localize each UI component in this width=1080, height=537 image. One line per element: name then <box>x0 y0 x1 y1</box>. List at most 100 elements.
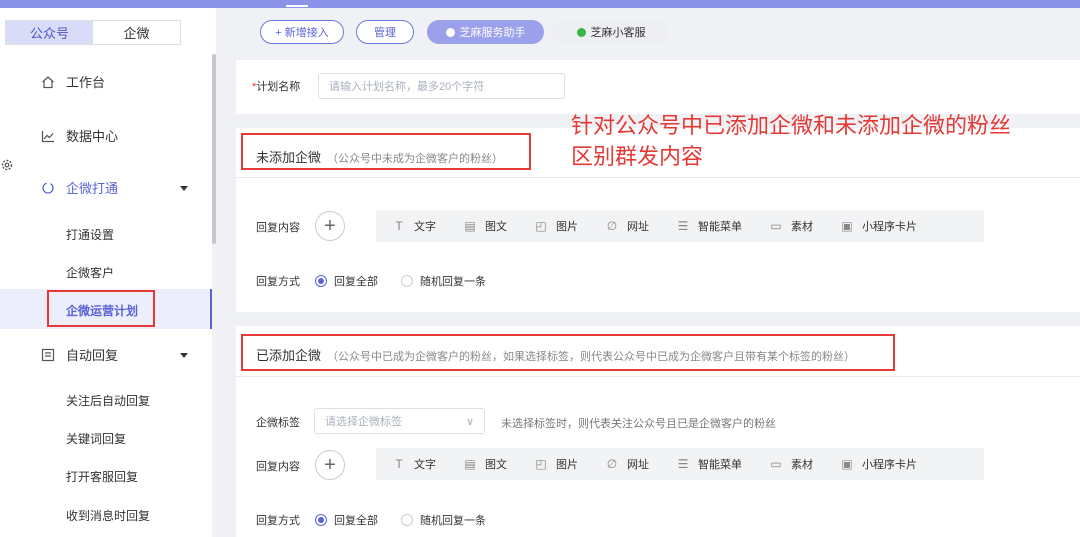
type-label: 图片 <box>556 221 578 233</box>
gear-icon[interactable] <box>0 158 14 172</box>
type-text[interactable]: T 文字 <box>392 218 436 234</box>
highlight-box-unadded <box>241 133 531 170</box>
sidebar-item-workbench[interactable]: 工作台 <box>40 72 105 91</box>
sidebar-item-data-center[interactable]: 数据中心 <box>40 126 118 145</box>
type-material[interactable]: ▭ 素材 <box>769 218 813 234</box>
sidebar-item-label: 工作台 <box>66 75 106 90</box>
type-label: 文字 <box>414 459 436 471</box>
sidebar-item-auto-reply[interactable]: 自动回复 <box>40 345 118 364</box>
plan-name-label-text: 计划名称 <box>256 81 301 93</box>
sidebar-subitem-qiwei-customers[interactable]: 企微客户 <box>66 264 114 281</box>
home-icon <box>40 74 56 90</box>
divider <box>236 177 1080 178</box>
bot-account-button[interactable]: 芝麻小客服 <box>552 20 670 44</box>
radio-label: 回复全部 <box>334 515 378 527</box>
radio-dot <box>315 514 327 526</box>
highlight-box-plan <box>47 290 155 327</box>
type-label: 网址 <box>627 221 649 233</box>
type-article[interactable]: ▤ 图文 <box>463 218 507 234</box>
wechat-icon <box>445 27 455 37</box>
type-article[interactable]: ▤ 图文 <box>463 456 507 472</box>
radio-dot <box>401 514 413 526</box>
type-label: 素材 <box>791 459 813 471</box>
menu-list-icon: ☰ <box>677 457 689 471</box>
article-icon: ▤ <box>464 457 476 471</box>
qiwei-tag-select[interactable]: 请选择企微标签 ∨ <box>314 408 485 434</box>
add-content-button[interactable]: + <box>315 211 345 241</box>
type-smart-menu[interactable]: ☰ 智能菜单 <box>676 456 742 472</box>
chart-line-icon <box>40 128 56 144</box>
mini-program-icon: ▣ <box>841 457 853 471</box>
account-type-switch: 公众号 企微 <box>5 20 181 45</box>
top-bar <box>0 0 1080 8</box>
sidebar-subitem-message-reply[interactable]: 收到消息时回复 <box>66 507 150 524</box>
radio-dot <box>315 275 327 287</box>
article-icon: ▤ <box>464 219 476 233</box>
wechat-icon <box>576 27 586 37</box>
type-text[interactable]: T 文字 <box>392 456 436 472</box>
manage-button[interactable]: 管理 <box>356 20 414 44</box>
tag-hint: 未选择标签时，则代表关注公众号且已是企微客户的粉丝 <box>501 418 776 430</box>
type-image[interactable]: ◰ 图片 <box>534 218 578 234</box>
sidebar-subitem-service-reply[interactable]: 打开客服回复 <box>66 468 138 485</box>
plan-name-panel: *计划名称 请输入计划名称，最多20个字符 <box>236 60 1080 114</box>
sync-icon <box>40 180 56 196</box>
highlight-box-added <box>241 334 895 371</box>
type-mini-program[interactable]: ▣ 小程序卡片 <box>840 218 917 234</box>
link-icon: ∅ <box>606 219 618 233</box>
type-label: 图片 <box>556 459 578 471</box>
type-label: 小程序卡片 <box>862 459 917 471</box>
type-label: 网址 <box>627 459 649 471</box>
type-smart-menu[interactable]: ☰ 智能菜单 <box>676 218 742 234</box>
annotation-line-2: 区别群发内容 <box>571 144 704 169</box>
text-icon: T <box>395 457 403 471</box>
assistant-account-button[interactable]: 芝麻服务助手 <box>427 20 544 44</box>
material-icon: ▭ <box>770 219 782 233</box>
radio-label: 回复全部 <box>334 276 378 288</box>
sidebar-subitem-follow-reply[interactable]: 关注后自动回复 <box>66 392 150 409</box>
sidebar: 公众号 企微 工作台 数据中心 企微打通 打通设置 企微客户 企微运营计划 自动… <box>0 8 216 537</box>
image-icon: ◰ <box>535 457 547 471</box>
type-label: 图文 <box>485 221 507 233</box>
sidebar-subitem-connect-settings[interactable]: 打通设置 <box>66 226 114 243</box>
divider <box>236 376 1080 377</box>
type-material[interactable]: ▭ 素材 <box>769 456 813 472</box>
sidebar-item-qiwei-connect[interactable]: 企微打通 <box>40 178 118 197</box>
type-label: 智能菜单 <box>698 459 742 471</box>
reply-mode-label: 回复方式 <box>256 276 300 288</box>
chevron-down-icon[interactable] <box>180 353 188 358</box>
text-icon: T <box>395 219 403 233</box>
segment-qiwei[interactable]: 企微 <box>93 21 180 44</box>
annotation-text: 针对公众号中已添加企微和未添加企微的粉丝 区别群发内容 <box>571 110 1071 172</box>
radio-reply-all[interactable]: 回复全部 <box>315 273 378 289</box>
chevron-down-icon[interactable] <box>180 186 188 191</box>
active-tab-indicator <box>286 5 308 7</box>
annotation-line-1: 针对公众号中已添加企微和未添加企微的粉丝 <box>571 113 1012 138</box>
type-label: 图文 <box>485 459 507 471</box>
type-label: 素材 <box>791 221 813 233</box>
sidebar-scrollbar-thumb[interactable] <box>212 54 216 244</box>
mini-program-icon: ▣ <box>841 219 853 233</box>
segment-gongzhonghao[interactable]: 公众号 <box>6 21 93 44</box>
radio-label: 随机回复一条 <box>420 276 486 288</box>
type-mini-program[interactable]: ▣ 小程序卡片 <box>840 456 917 472</box>
assistant-account-label: 芝麻服务助手 <box>459 27 526 39</box>
type-image[interactable]: ◰ 图片 <box>534 456 578 472</box>
plan-name-label: *计划名称 <box>252 78 300 94</box>
qiwei-tag-label: 企微标签 <box>256 417 300 429</box>
add-content-button[interactable]: + <box>315 450 345 480</box>
radio-reply-random[interactable]: 随机回复一条 <box>401 273 486 289</box>
radio-reply-all[interactable]: 回复全部 <box>315 512 378 528</box>
radio-dot <box>401 275 413 287</box>
content-type-bar: T 文字 ▤ 图文 ◰ 图片 ∅ 网址 ☰ 智能菜单 ▭ 素材 ▣ 小程序卡片 <box>376 210 984 242</box>
radio-label: 随机回复一条 <box>420 515 486 527</box>
image-icon: ◰ <box>535 219 547 233</box>
type-label: 文字 <box>414 221 436 233</box>
add-access-button[interactable]: + 新增接入 <box>260 20 344 44</box>
type-link[interactable]: ∅ 网址 <box>605 218 649 234</box>
type-label: 智能菜单 <box>698 221 742 233</box>
type-link[interactable]: ∅ 网址 <box>605 456 649 472</box>
sidebar-subitem-keyword-reply[interactable]: 关键词回复 <box>66 430 126 447</box>
radio-reply-random[interactable]: 随机回复一条 <box>401 512 486 528</box>
plan-name-input[interactable]: 请输入计划名称，最多20个字符 <box>318 73 565 99</box>
